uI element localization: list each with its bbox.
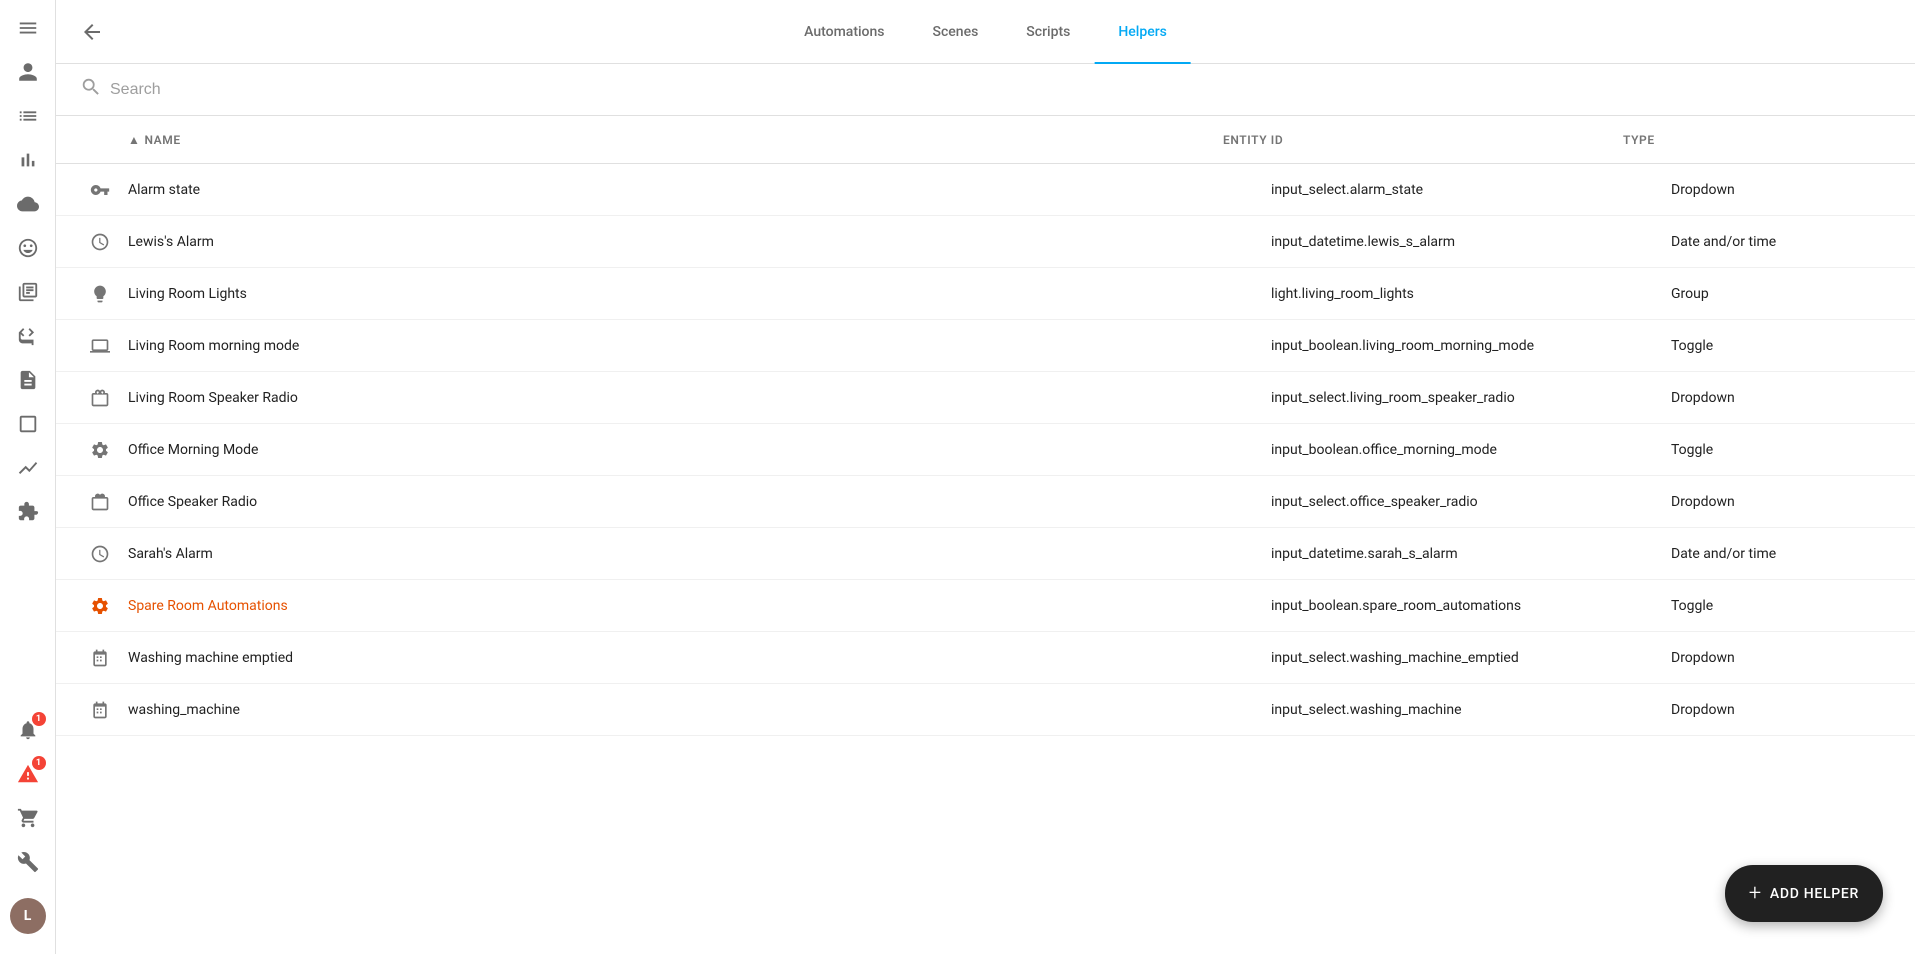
user-avatar[interactable]: L	[10, 898, 46, 934]
search-bar	[56, 64, 1915, 116]
table-row[interactable]: Office Morning Modeinput_boolean.office_…	[56, 424, 1915, 476]
add-helper-button[interactable]: + ADD HELPER	[1725, 865, 1883, 922]
row-type: Dropdown	[1671, 494, 1891, 510]
back-button[interactable]	[72, 12, 112, 52]
tab-scenes[interactable]: Scenes	[909, 1, 1003, 64]
table-row[interactable]: Lewis's Alarminput_datetime.lewis_s_alar…	[56, 216, 1915, 268]
fab-label: ADD HELPER	[1770, 886, 1859, 902]
gear2-icon	[80, 586, 120, 626]
column-entity-id: Entity ID	[1223, 133, 1623, 147]
row-type: Dropdown	[1671, 702, 1891, 718]
row-entity-id: input_select.alarm_state	[1271, 182, 1671, 198]
table-row[interactable]: Living Room Lightslight.living_room_ligh…	[56, 268, 1915, 320]
box-icon[interactable]	[8, 404, 48, 444]
satellite-icon[interactable]	[8, 316, 48, 356]
sort-up-arrow: ▲	[128, 133, 140, 147]
radio2-icon	[80, 482, 120, 522]
notification-badge: 1	[32, 712, 46, 726]
clock-icon	[80, 222, 120, 262]
alert-badge: 1	[32, 756, 46, 770]
row-name: Sarah's Alarm	[128, 546, 1271, 562]
list-icon[interactable]	[8, 96, 48, 136]
fab-icon: +	[1749, 881, 1762, 906]
row-name: Office Speaker Radio	[128, 494, 1271, 510]
table-row[interactable]: Spare Room Automationsinput_boolean.spar…	[56, 580, 1915, 632]
row-name: Alarm state	[128, 182, 1271, 198]
row-entity-id: light.living_room_lights	[1271, 286, 1671, 302]
row-entity-id: input_select.washing_machine	[1271, 702, 1671, 718]
clock2-icon	[80, 534, 120, 574]
tab-automations[interactable]: Automations	[780, 1, 908, 64]
column-type: Type	[1623, 133, 1843, 147]
notification-icon[interactable]: 1	[8, 710, 48, 750]
row-name: Washing machine emptied	[128, 650, 1271, 666]
table-row[interactable]: Living Room morning modeinput_boolean.li…	[56, 320, 1915, 372]
row-type: Dropdown	[1671, 182, 1891, 198]
sidebar: 1 1 L	[0, 0, 56, 954]
row-type: Dropdown	[1671, 650, 1891, 666]
tag-icon[interactable]	[8, 272, 48, 312]
machine2-icon	[80, 690, 120, 730]
row-type: Group	[1671, 286, 1891, 302]
table-row[interactable]: washing_machineinput_select.washing_mach…	[56, 684, 1915, 736]
table-row[interactable]: Alarm stateinput_select.alarm_stateDropd…	[56, 164, 1915, 216]
row-type: Toggle	[1671, 598, 1891, 614]
face-icon[interactable]	[8, 228, 48, 268]
table-header: ▲ Name Entity ID Type	[56, 116, 1915, 164]
row-entity-id: input_datetime.sarah_s_alarm	[1271, 546, 1671, 562]
column-name-label: Name	[144, 133, 180, 147]
nav-tabs: Automations Scenes Scripts Helpers	[780, 0, 1191, 63]
row-entity-id: input_select.washing_machine_emptied	[1271, 650, 1671, 666]
row-name: Spare Room Automations	[128, 598, 1271, 614]
search-input[interactable]	[110, 81, 1891, 99]
search-icon	[80, 76, 102, 103]
cart-icon[interactable]	[8, 798, 48, 838]
alert-icon[interactable]: 1	[8, 754, 48, 794]
row-type: Toggle	[1671, 442, 1891, 458]
row-entity-id: input_boolean.living_room_morning_mode	[1271, 338, 1671, 354]
radio-icon	[80, 378, 120, 418]
row-entity-id: input_select.living_room_speaker_radio	[1271, 390, 1671, 406]
row-name: Lewis's Alarm	[128, 234, 1271, 250]
menu-icon[interactable]	[8, 8, 48, 48]
row-type: Toggle	[1671, 338, 1891, 354]
row-name: Living Room morning mode	[128, 338, 1271, 354]
row-entity-id: input_boolean.spare_room_automations	[1271, 598, 1671, 614]
row-name: washing_machine	[128, 702, 1271, 718]
document-icon[interactable]	[8, 360, 48, 400]
row-entity-id: input_boolean.office_morning_mode	[1271, 442, 1671, 458]
gear-icon	[80, 430, 120, 470]
table-row[interactable]: Living Room Speaker Radioinput_select.li…	[56, 372, 1915, 424]
wrench-icon[interactable]	[8, 842, 48, 882]
chart-icon[interactable]	[8, 140, 48, 180]
header: Automations Scenes Scripts Helpers	[56, 0, 1915, 64]
machine-icon	[80, 638, 120, 678]
puzzle-icon[interactable]	[8, 492, 48, 532]
row-entity-id: input_datetime.lewis_s_alarm	[1271, 234, 1671, 250]
column-name[interactable]: ▲ Name	[128, 133, 1223, 147]
row-entity-id: input_select.office_speaker_radio	[1271, 494, 1671, 510]
table-rows: Alarm stateinput_select.alarm_stateDropd…	[56, 164, 1915, 736]
row-name: Living Room Lights	[128, 286, 1271, 302]
laptop-icon	[80, 326, 120, 366]
linechart-icon[interactable]	[8, 448, 48, 488]
tab-scripts[interactable]: Scripts	[1002, 1, 1094, 64]
tab-helpers[interactable]: Helpers	[1094, 1, 1191, 64]
table-row[interactable]: Washing machine emptiedinput_select.wash…	[56, 632, 1915, 684]
person-icon[interactable]	[8, 52, 48, 92]
main-content: Automations Scenes Scripts Helpers ▲ Nam…	[56, 0, 1915, 954]
row-type: Date and/or time	[1671, 546, 1891, 562]
cloud-icon[interactable]	[8, 184, 48, 224]
table-row[interactable]: Sarah's Alarminput_datetime.sarah_s_alar…	[56, 528, 1915, 580]
table-row[interactable]: Office Speaker Radioinput_select.office_…	[56, 476, 1915, 528]
row-type: Dropdown	[1671, 390, 1891, 406]
key-icon	[80, 170, 120, 210]
row-type: Date and/or time	[1671, 234, 1891, 250]
helpers-table: ▲ Name Entity ID Type Alarm stateinput_s…	[56, 116, 1915, 954]
row-name: Office Morning Mode	[128, 442, 1271, 458]
bulb-icon	[80, 274, 120, 314]
row-name: Living Room Speaker Radio	[128, 390, 1271, 406]
